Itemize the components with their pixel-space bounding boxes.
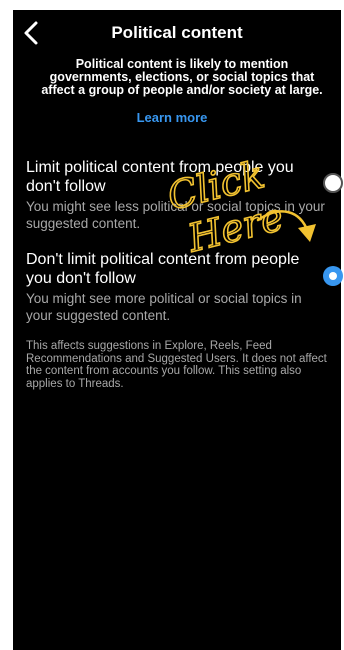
option-title: Limit political content from people you … (26, 159, 294, 195)
option-title: Don't limit political content from peopl… (26, 251, 300, 287)
info-note: This affects suggestions in Explore, Ree… (26, 340, 327, 390)
page: Political content Political content is l… (0, 0, 344, 650)
phone-screen: Political content Political content is l… (13, 10, 341, 650)
radio-limit[interactable] (323, 173, 343, 193)
option-description: You might see more political or social t… (26, 291, 302, 323)
radio-dont-limit[interactable] (323, 266, 343, 286)
page-title: Political content (111, 23, 243, 42)
option-dont-limit[interactable]: Don't limit political content from peopl… (26, 250, 326, 324)
option-limit[interactable]: Limit political content from people you … (26, 158, 326, 232)
learn-more-link[interactable]: Learn more (0, 110, 344, 125)
option-description: You might see less political or social t… (26, 199, 325, 231)
header: Political content (13, 10, 341, 56)
intro-text: Political content is likely to mention g… (41, 57, 323, 97)
